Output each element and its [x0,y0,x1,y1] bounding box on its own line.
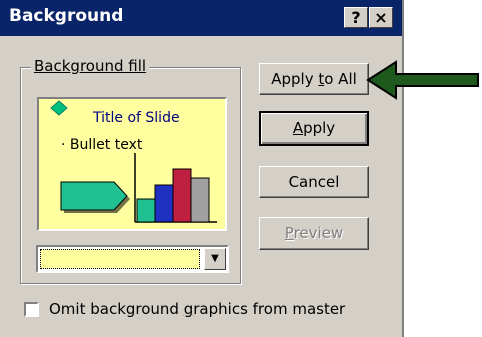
apply-button[interactable]: Apply [259,111,369,146]
apply-to-all-label-pre: Apply [271,70,319,88]
cancel-label: Cancel [288,173,340,191]
background-fill-label: Background fill [31,57,150,75]
apply-to-all-label-post: o All [324,70,357,88]
diamond-bullet-icon [50,100,68,116]
omit-label-pre: Omit background [49,300,184,318]
fill-color-swatch [40,249,200,269]
apply-to-all-button[interactable]: Apply to All [259,63,369,95]
background-fill-label-text: Background fill [34,57,147,75]
help-button[interactable]: ? [344,7,368,28]
bar-2 [154,184,174,223]
omit-background-label[interactable]: Omit background graphics from master [49,300,345,318]
background-dialog: Background ? × Background fill Title of … [0,0,404,337]
omit-label-ul: g [183,300,194,318]
green-arrow-annotation-icon [366,60,479,100]
preview-button[interactable]: Preview [259,217,369,250]
chevron-down-icon[interactable]: ▼ [204,248,226,270]
omit-background-checkbox[interactable] [24,302,39,317]
preview-label-ul: P [284,224,294,242]
title-bar: Background ? × [0,0,402,36]
slide-preview: Title of Slide · Bullet text [37,97,227,231]
apply-label-ul: A [292,119,304,137]
preview-bullet-text: · Bullet text [61,137,143,153]
cancel-button[interactable]: Cancel [259,166,369,198]
bar-3 [172,168,192,223]
omit-label-post: raphics from master [193,300,346,318]
bar-4 [190,177,210,223]
close-button[interactable]: × [369,7,393,28]
dialog-title: Background [9,6,124,26]
bar-1 [136,198,156,223]
apply-label-post: pply [303,119,336,137]
fill-color-dropdown[interactable]: ▼ [36,245,229,273]
preview-slide-title: Title of Slide [93,110,180,126]
preview-label-post: review [293,224,344,242]
arrow-shape [60,181,128,211]
